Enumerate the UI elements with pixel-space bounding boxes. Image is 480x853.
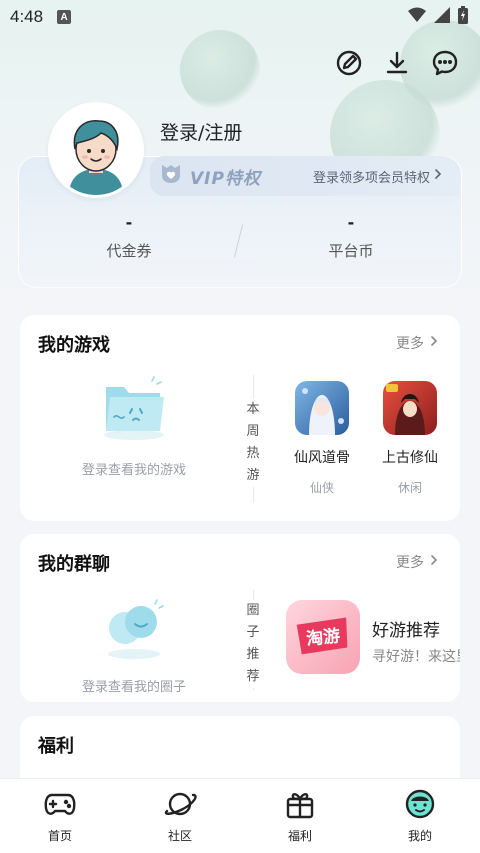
edit-icon[interactable] [334, 48, 364, 78]
game-tag: 休闲 [397, 481, 422, 495]
label-char: 子 [246, 625, 260, 640]
tab-community[interactable]: 社区 [120, 779, 240, 853]
vip-heart-icon [158, 163, 184, 189]
hot-games-label: 本 周 热 游 [246, 399, 260, 487]
status-time: 4:48 [10, 7, 44, 26]
download-icon[interactable] [382, 48, 412, 78]
empty-state-text: 登录查看我的圈子 [81, 680, 186, 695]
game-name: 仙风道骨 [294, 450, 350, 466]
planet-icon [163, 789, 197, 823]
decorative-ball [180, 30, 260, 110]
my-groups-card: 我的群聊 更多 登录查看我的圈子 圈 子 推 荐 淘游 好游推荐 寻好游！来这 [20, 534, 460, 702]
more-link[interactable]: 更多 [396, 552, 438, 572]
empty-state-text: 登录查看我的游戏 [81, 463, 186, 478]
more-label: 更多 [396, 555, 424, 571]
game-item[interactable]: 仙风道骨 仙侠 [282, 381, 362, 496]
gamepad-icon [43, 789, 77, 823]
game-tag: 仙侠 [309, 481, 334, 495]
stat-value: - [125, 213, 133, 232]
signal-icon [434, 7, 450, 27]
empty-chat-icon [99, 596, 169, 664]
stat-value: - [347, 213, 355, 232]
group-description: 寻好游！来这里 [372, 649, 460, 665]
vip-badge: VIP特权 [158, 163, 261, 189]
profile-face-icon [403, 789, 437, 823]
more-label: 更多 [396, 336, 424, 352]
vip-link-text: 登录领多项会员特权 [312, 170, 430, 186]
chevron-right-icon [434, 168, 442, 184]
vip-privilege-link[interactable]: 登录领多项会员特权 [313, 167, 442, 186]
my-games-card: 我的游戏 更多 登录查看我的游戏 本 周 热 游 仙风道骨 仙侠 上古修仙 休闲 [20, 315, 460, 521]
gift-icon [283, 789, 317, 823]
empty-state[interactable]: 登录查看我的圈子 [20, 596, 248, 695]
card-title: 福利 [38, 736, 74, 757]
vip-label: VIP特权 [190, 168, 261, 189]
tab-label: 社区 [167, 829, 192, 843]
tab-welfare[interactable]: 福利 [240, 779, 360, 853]
card-title: 我的群聊 [38, 554, 110, 575]
wifi-icon [408, 7, 426, 27]
battery-icon [458, 6, 468, 28]
platform-coin-stat[interactable]: - 平台币 [240, 214, 462, 274]
label-char: 荐 [246, 669, 260, 684]
card-title: 我的游戏 [38, 335, 110, 356]
avatar[interactable] [48, 102, 144, 198]
tab-label: 福利 [287, 829, 312, 843]
vip-banner[interactable]: VIP特权 登录领多项会员特权 [150, 156, 460, 196]
top-actions [334, 48, 460, 78]
game-item[interactable]: 上古修仙 休闲 [370, 381, 450, 496]
group-icon-text: 淘游 [305, 625, 341, 649]
empty-state[interactable]: 登录查看我的游戏 [20, 373, 248, 478]
game-name: 上古修仙 [382, 450, 438, 466]
label-char: 推 [246, 647, 260, 662]
stat-label: 平台币 [328, 242, 374, 260]
chevron-right-icon [430, 335, 438, 351]
wallet-stats: - 代金券 - 平台币 [18, 214, 462, 274]
voucher-stat[interactable]: - 代金券 [18, 214, 240, 274]
game-icon [383, 381, 437, 435]
login-register-link[interactable]: 登录/注册 [160, 118, 242, 145]
chevron-right-icon [430, 554, 438, 570]
message-icon[interactable] [430, 48, 460, 78]
tab-label: 首页 [47, 829, 72, 843]
label-char: 热 [246, 446, 260, 461]
label-char: 周 [246, 424, 260, 439]
stat-label: 代金券 [106, 242, 152, 260]
empty-folder-icon [94, 373, 174, 447]
notification-icon: A [57, 10, 72, 24]
game-icon [295, 381, 349, 435]
label-char: 圈 [246, 603, 260, 618]
group-name[interactable]: 好游推荐 [372, 616, 440, 641]
tab-profile[interactable]: 我的 [360, 779, 480, 853]
label-char: 游 [246, 468, 260, 483]
label-char: 本 [246, 402, 260, 417]
tab-label: 我的 [407, 829, 432, 843]
more-link[interactable]: 更多 [396, 333, 438, 353]
group-recommend-label: 圈 子 推 荐 [246, 600, 260, 688]
bottom-tab-bar: 首页 社区 福利 我的 [0, 778, 480, 853]
status-bar: 4:48 A [0, 0, 480, 34]
group-icon[interactable]: 淘游 [286, 600, 360, 674]
status-icons [408, 6, 468, 28]
tab-home[interactable]: 首页 [0, 779, 120, 853]
